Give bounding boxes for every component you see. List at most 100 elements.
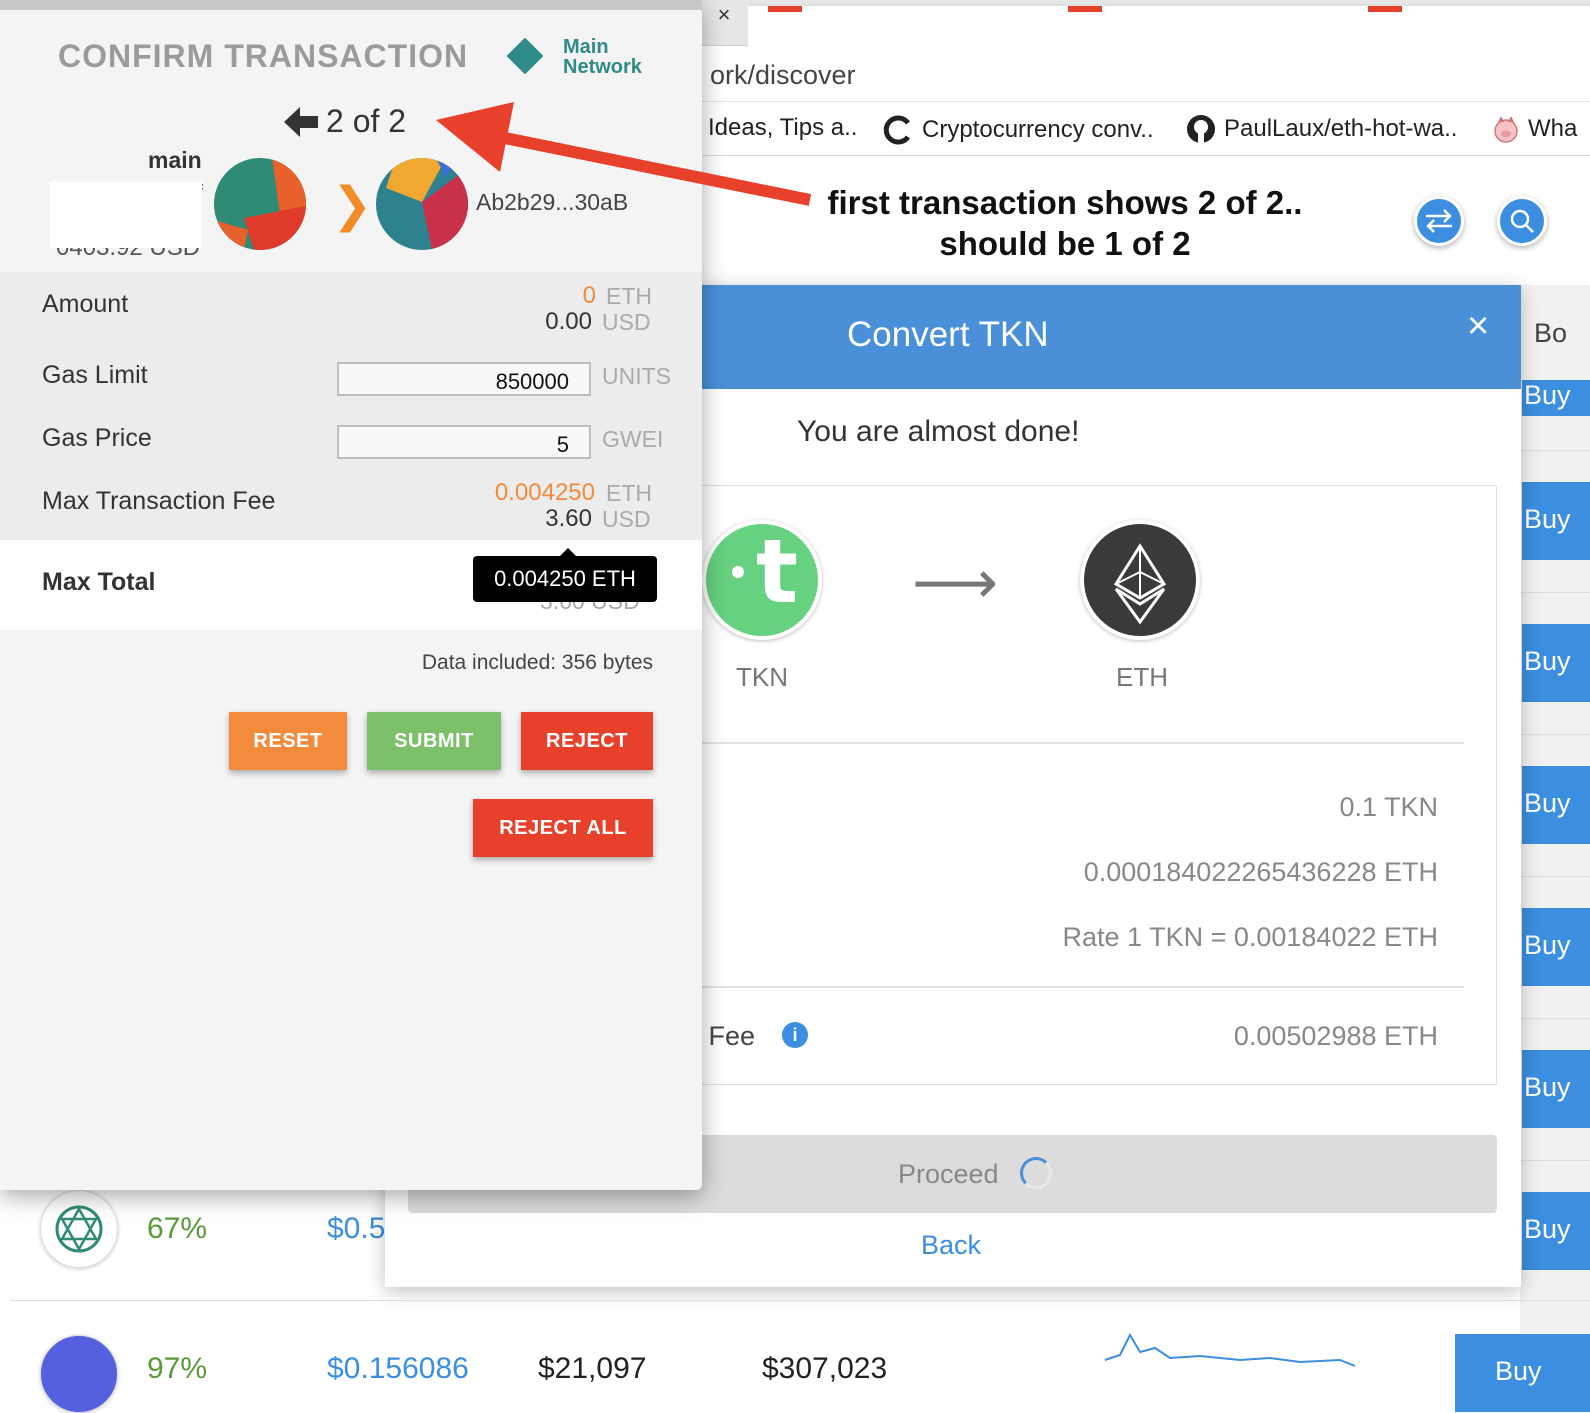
bookmark-label: Wha [1528, 115, 1578, 142]
proceed-label: Proceed [898, 1159, 999, 1189]
tab-favicon-icon [1068, 6, 1102, 12]
conversion-card: t TKN ⟶ ETH 0.1 TKN 0.000184022265436228… [685, 485, 1497, 1085]
buy-button[interactable]: Buy [1522, 766, 1590, 844]
percent-cell: 97% [147, 1352, 208, 1385]
max-fee-eth-unit: ETH [606, 480, 652, 506]
max-total-tooltip: 0.004250 ETH [473, 556, 657, 602]
recipient-address: Ab2b29...30aB [476, 189, 629, 215]
row-divider [1520, 734, 1590, 735]
close-icon[interactable]: × [1467, 305, 1489, 348]
max-fee-usd-unit: USD [602, 506, 651, 532]
loading-spinner-icon [1020, 1157, 1052, 1189]
tkn-coin-icon: t [702, 520, 822, 640]
fee-value: 0.00502988 ETH [1233, 1021, 1438, 1051]
bookmark-item[interactable]: PaulLaux/eth-hot-wa.. [1186, 114, 1457, 144]
amount-in-value: 0.1 TKN [1339, 792, 1438, 822]
popup-top-bar [0, 0, 702, 10]
coin-logo-icon [40, 1190, 118, 1268]
sender-identicon-icon [214, 158, 306, 250]
c-logo-icon [883, 115, 911, 145]
identicon-recipient-shapes [376, 158, 468, 250]
account-name: main [148, 147, 202, 173]
buy-button[interactable]: Buy [1522, 380, 1590, 416]
row-divider [10, 1300, 1590, 1301]
max-fee-usd-value: 3.60 [545, 505, 592, 532]
network-line-1: Main [563, 36, 609, 58]
coin-logo-icon [40, 1335, 118, 1413]
buy-button[interactable]: Buy [1522, 624, 1590, 702]
modal-title: Convert TKN [847, 315, 1049, 354]
rate-value: Rate 1 TKN = 0.00184022 ETH [1062, 922, 1438, 952]
bookmark-label: PaulLaux/eth-hot-wa.. [1224, 115, 1458, 142]
amount-label: Amount [42, 290, 129, 318]
data-included-text: Data included: 356 bytes [421, 651, 653, 674]
redaction-box [50, 182, 202, 248]
gas-price-unit: GWEI [602, 426, 664, 452]
amount-eth-unit: ETH [606, 283, 652, 309]
search-button[interactable] [1497, 196, 1547, 246]
info-icon[interactable]: i [782, 1022, 808, 1048]
bookmark-item[interactable]: Ideas, Tips a.. [708, 114, 857, 142]
gas-limit-unit: UNITS [602, 363, 671, 389]
gas-limit-label: Gas Limit [42, 361, 148, 389]
buy-button[interactable]: Buy [1522, 482, 1590, 560]
bookmark-item[interactable]: Cryptocurrency conv.. [882, 114, 1154, 146]
network-diamond-icon [506, 37, 544, 75]
marketcap-cell: $307,023 [762, 1352, 888, 1385]
max-total-label: Max Total [42, 568, 156, 596]
reject-button[interactable]: REJECT [521, 712, 653, 770]
amount-out-value: 0.000184022265436228 ETH [1083, 857, 1438, 887]
url-text[interactable]: ork/discover [710, 60, 856, 91]
amount-eth-value: 0 [582, 282, 596, 309]
back-link[interactable]: Back [921, 1230, 981, 1261]
convert-arrow-icon: ⟶ [912, 549, 999, 616]
buy-button[interactable]: Buy [1522, 908, 1590, 986]
reject-all-button[interactable]: REJECT ALL [473, 799, 653, 857]
buy-button[interactable]: Buy [1455, 1334, 1590, 1412]
buy-button[interactable]: Buy [1522, 1050, 1590, 1128]
submit-button[interactable]: SUBMIT [367, 712, 501, 770]
row-divider [1520, 876, 1590, 877]
swap-icon [1426, 209, 1452, 233]
back-arrow-icon[interactable] [282, 104, 320, 140]
github-icon [1187, 115, 1215, 143]
tab-close-button[interactable]: × [712, 2, 736, 28]
row-divider [1520, 450, 1590, 451]
bookmark-label: Ideas, Tips a.. [708, 114, 858, 141]
annotation-note: first transaction shows 2 of 2.. should … [820, 182, 1310, 264]
tab-favicon-icon [1368, 6, 1402, 12]
popup-title: CONFIRM TRANSACTION [58, 38, 469, 74]
tab-favicon-icon [768, 6, 802, 12]
tooltip-pointer [560, 548, 576, 556]
active-tab[interactable] [748, 4, 1590, 46]
pig-icon [1494, 116, 1518, 143]
price-cell: $0.5 [327, 1212, 386, 1245]
max-fee-eth-value: 0.004250 [494, 479, 595, 506]
volume-cell: $21,097 [538, 1352, 647, 1385]
reset-button[interactable]: RESET [229, 712, 347, 770]
tkn-dot [732, 566, 744, 578]
network-indicator[interactable]: Main Network [563, 37, 642, 77]
buy-button[interactable]: Buy [1522, 1192, 1590, 1270]
annotation-line-2: should be 1 of 2 [939, 225, 1191, 262]
divider [686, 986, 1464, 988]
ethereum-icon [1113, 543, 1167, 625]
bookmark-label: Cryptocurrency conv.. [922, 116, 1154, 143]
annotation-line-1: first transaction shows 2 of 2.. [827, 184, 1303, 221]
divider [686, 742, 1464, 744]
swap-button[interactable] [1414, 196, 1464, 246]
modal-subtitle: You are almost done! [797, 415, 1080, 448]
price-cell: $0.156086 [327, 1352, 469, 1385]
tkn-glyph: t [756, 520, 799, 623]
bookmark-item[interactable]: Wha [1492, 114, 1577, 144]
recipient-identicon-icon [376, 158, 468, 250]
row-divider [1520, 1160, 1590, 1161]
network-line-2: Network [563, 56, 642, 78]
gas-price-input[interactable]: 5 [337, 425, 591, 459]
gas-limit-input[interactable]: 850000 [337, 362, 591, 396]
amount-usd-unit: USD [602, 309, 651, 335]
from-coin-label: TKN [736, 662, 788, 692]
transaction-pager: 2 of 2 [326, 103, 407, 139]
sparkline-chart [1104, 1332, 1356, 1367]
search-icon [1510, 209, 1534, 233]
